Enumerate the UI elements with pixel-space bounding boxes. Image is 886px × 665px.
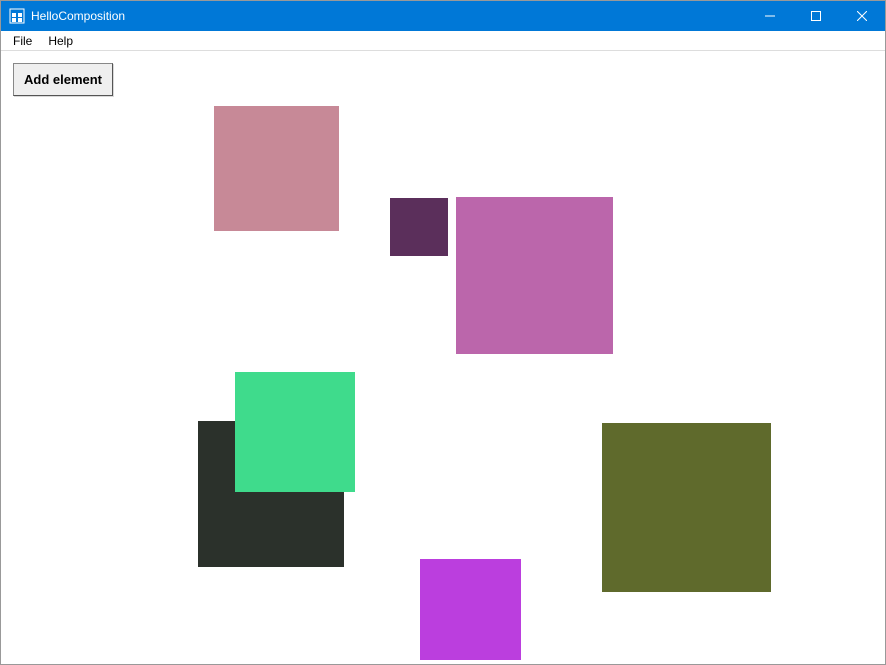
composition-element — [390, 198, 448, 256]
composition-element — [602, 423, 771, 592]
composition-element — [456, 197, 613, 354]
composition-element — [214, 106, 339, 231]
window-controls — [747, 1, 885, 31]
add-element-button[interactable]: Add element — [13, 63, 113, 96]
minimize-button[interactable] — [747, 1, 793, 31]
composition-element — [420, 559, 521, 660]
menubar: File Help — [1, 31, 885, 51]
close-button[interactable] — [839, 1, 885, 31]
titlebar: HelloComposition — [1, 1, 885, 31]
menu-item-help[interactable]: Help — [40, 32, 81, 50]
client-area: Add element — [1, 51, 885, 664]
maximize-button[interactable] — [793, 1, 839, 31]
app-icon — [9, 8, 25, 24]
menu-item-file[interactable]: File — [5, 32, 40, 50]
composition-element — [235, 372, 355, 492]
window-title: HelloComposition — [31, 9, 747, 23]
